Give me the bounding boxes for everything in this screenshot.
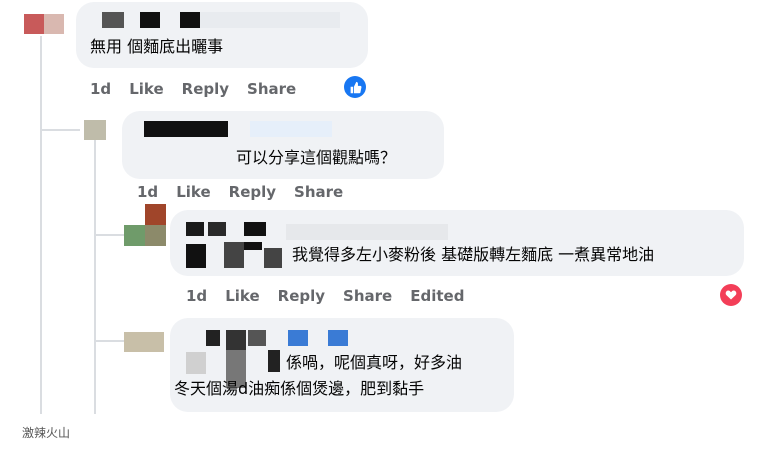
- timestamp[interactable]: 1d: [90, 80, 111, 98]
- share-button[interactable]: Share: [343, 287, 392, 305]
- thread-branch: [94, 340, 124, 342]
- share-button[interactable]: Share: [294, 183, 343, 201]
- like-button[interactable]: Like: [176, 183, 210, 201]
- name-redaction: [288, 330, 308, 346]
- author-name-redacted[interactable]: [102, 12, 340, 28]
- comment-bubble: 係喎，呢個真呀，好多油 冬天個湯d油痴係個煲邊，肥到黏手: [170, 318, 514, 412]
- name-redaction: [328, 330, 348, 346]
- comment-text: 係喎，呢個真呀，好多油: [286, 353, 463, 372]
- like-button[interactable]: Like: [225, 287, 259, 305]
- comment-text: 我覺得多左小麥粉後 基礎版轉左麵底 一煮異常地油: [292, 245, 655, 264]
- thread-branch: [40, 129, 80, 131]
- avatar[interactable]: [124, 204, 166, 246]
- comment-text: 冬天個湯d油痴係個煲邊，肥到黏手: [174, 379, 425, 398]
- avatar[interactable]: [124, 332, 164, 352]
- comment-bubble: 我覺得多左小麥粉後 基礎版轉左麵底 一煮異常地油: [170, 210, 744, 276]
- reply-button[interactable]: Reply: [229, 183, 276, 201]
- reply-button[interactable]: Reply: [182, 80, 229, 98]
- comment-actions: 1d Like Reply Share: [90, 80, 314, 98]
- love-icon[interactable]: [720, 284, 742, 306]
- name-redaction: [286, 224, 448, 240]
- reply-button[interactable]: Reply: [278, 287, 325, 305]
- timestamp[interactable]: 1d: [186, 287, 207, 305]
- comment-actions: 1d Like Reply Share: [137, 183, 361, 201]
- share-button[interactable]: Share: [247, 80, 296, 98]
- like-button[interactable]: Like: [129, 80, 163, 98]
- comment-actions: 1d Like Reply Share Edited: [186, 287, 482, 305]
- edited-label[interactable]: Edited: [410, 287, 464, 305]
- comment-bubble: 可以分享這個觀點嗎？: [122, 111, 444, 179]
- comment-bubble: 無用 個麵底出曬事: [76, 2, 368, 68]
- timestamp[interactable]: 1d: [137, 183, 158, 201]
- comment-text: 無用 個麵底出曬事: [90, 37, 224, 56]
- avatar[interactable]: [24, 14, 64, 34]
- author-name-redacted[interactable]: [144, 121, 332, 137]
- like-icon[interactable]: [344, 76, 366, 98]
- avatar[interactable]: [84, 120, 106, 140]
- author-name-redacted[interactable]: [186, 222, 286, 268]
- thread-branch: [94, 234, 124, 236]
- thread-line-nested: [94, 140, 96, 414]
- comment-text: 可以分享這個觀點嗎？: [236, 148, 397, 167]
- thread-line-main: [40, 36, 42, 414]
- watermark: 激辣火山: [22, 426, 71, 440]
